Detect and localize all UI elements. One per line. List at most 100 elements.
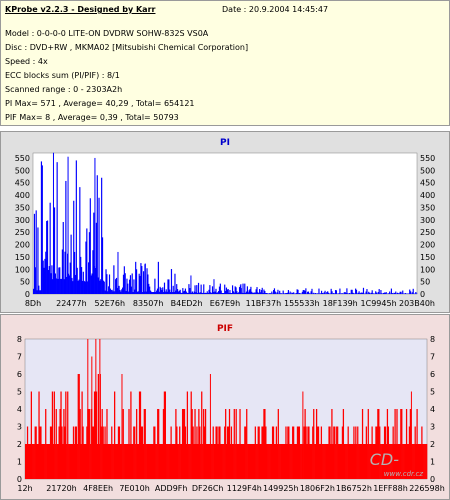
pi-y-tick-label-right: 450 (420, 179, 435, 188)
pi-y-tick-label-left: 100 (15, 265, 30, 274)
pi-bar (170, 269, 173, 294)
pi-spike-bar (67, 156, 69, 294)
pif-spike-bar (95, 339, 97, 479)
pif-x-tick-label: 1806F2h (300, 484, 335, 493)
pi-y-tick-label-right: 400 (420, 191, 435, 200)
pi-bar (96, 175, 98, 294)
scanned-range: Scanned range : 0 - 2303A2h (5, 85, 123, 94)
pi-y-tick-label-right: 200 (420, 241, 435, 250)
pif-y-tick-label-right: 0 (430, 475, 435, 484)
pi-x-tick-label: B4ED2h (171, 299, 203, 308)
pif-y-tick-label-right: 8 (430, 335, 435, 344)
pi-x-axis: 8Dh 22477h 52E76h 83507h B4ED2h E67E9h 11BF37h… (25, 299, 435, 308)
pi-chart-panel: PI 0 50 100 150 200 250 300 350 400 450 500 550 0 50… (0, 131, 450, 313)
pi-chart: PI 0 50 100 150 200 250 300 350 400 450 500 550 0 50… (15, 138, 436, 308)
pif-x-tick-label: 1B6752h (336, 484, 372, 493)
pi-bar (311, 288, 313, 294)
pi-bar (402, 290, 404, 294)
pi-y-tick-label-left: 550 (15, 154, 30, 163)
pi-y-tick-label-left: 250 (15, 228, 30, 237)
watermark-url: www.cdr.cz (384, 470, 424, 478)
pi-bar (197, 282, 200, 294)
pif-x-tick-label: 1129F4h (227, 484, 262, 493)
pi-y-tick-label-right: 150 (420, 253, 435, 262)
pi-y-tick-label-left: 450 (15, 179, 30, 188)
pi-bar (362, 287, 365, 294)
pi-spike-bar (240, 284, 242, 294)
pi-bar (318, 288, 320, 294)
pi-y-tick-label-right: 350 (420, 203, 435, 212)
pif-y-tick-label-left: 3 (17, 423, 22, 432)
pif-x-tick-label: 149925h (263, 484, 299, 493)
pif-y-tick-label-left: 6 (17, 370, 22, 379)
pif-y-tick-label-right: 1 (430, 458, 435, 467)
pif-x-tick-label: 4F8EEh (83, 484, 113, 493)
pif-spike-bar (209, 374, 211, 479)
pi-y-tick-label-left: 0 (25, 290, 30, 299)
pif-spike-bar (121, 374, 123, 479)
pif-y-tick-label-right: 5 (430, 388, 435, 397)
pi-bar (56, 162, 58, 294)
pi-bar (124, 273, 126, 294)
pif-spike-bar (87, 339, 89, 479)
pi-y-tick-label-right: 250 (420, 228, 435, 237)
pi-x-tick-label: 155533h (284, 299, 320, 308)
disc-info: Disc : DVD+RW , MKMA02 [Mitsubishi Chemi… (5, 43, 249, 52)
pi-bar (244, 283, 246, 294)
pif-stats: PIF Max= 8 , Average= 0,39 , Total= 5079… (5, 113, 179, 122)
pi-x-tick-label: 203B40h (399, 299, 435, 308)
pi-spike-bar (94, 157, 96, 294)
pi-bar (277, 289, 279, 294)
pif-y-tick-label-left: 5 (17, 388, 22, 397)
pi-bar (305, 288, 307, 294)
pi-spike-bar (213, 279, 215, 294)
pi-spike-bar (190, 275, 192, 294)
pif-y-tick-label-right: 2 (430, 440, 435, 449)
pi-bar (200, 284, 202, 294)
pi-bar (135, 269, 138, 294)
pi-y-tick-label-right: 50 (420, 278, 430, 287)
app-title: KProbe v2.2.3 - Designed by Karr (5, 5, 156, 14)
info-panel: KProbe v2.2.3 - Designed by Karr Date : … (0, 0, 450, 126)
pi-y-tick-label-left: 150 (15, 253, 30, 262)
pi-x-tick-label: 1C9945h (361, 299, 397, 308)
pi-y-axis-right: 0 50 100 150 200 250 300 350 400 450 500 550 (420, 154, 435, 299)
pi-y-tick-label-right: 500 (420, 166, 435, 175)
pif-y-axis-right: 0 1 2 3 4 5 6 7 8 (430, 335, 435, 484)
pif-y-tick-label-left: 4 (17, 405, 22, 414)
pi-bar (98, 197, 100, 294)
pif-x-tick-label: 226598h (409, 484, 445, 493)
pi-x-tick-label: 22477h (56, 299, 87, 308)
pi-bar (366, 289, 368, 294)
pif-chart-panel: PIF 0 1 2 3 4 5 6 7 8 0 1 2 3 4 5 6 7 8 12h 21720h 4F8EEh 7… (0, 314, 450, 500)
pi-stats: PI Max= 571 , Average= 40,29 , Total= 65… (5, 99, 195, 108)
pi-bar (157, 261, 159, 294)
pif-y-tick-label-right: 4 (430, 405, 435, 414)
pi-y-tick-label-left: 500 (15, 166, 30, 175)
scan-date: Date : 20.9.2004 14:45:47 (222, 5, 329, 14)
pi-y-tick-label-left: 200 (15, 241, 30, 250)
pi-y-tick-label-right: 100 (420, 265, 435, 274)
pi-bar (355, 289, 358, 294)
pi-y-tick-label-left: 50 (20, 278, 30, 287)
pif-spike-bar (99, 339, 101, 479)
pif-x-tick-label: ADD9Fh (155, 484, 188, 493)
pi-x-tick-label: 8Dh (25, 299, 41, 308)
ecc-blocks: ECC blocks sum (PI/PIF) : 8/1 (5, 71, 120, 80)
pi-y-tick-label-left: 300 (15, 216, 30, 225)
pif-y-tick-label-right: 6 (430, 370, 435, 379)
pif-x-tick-label: 21720h (46, 484, 77, 493)
pif-x-axis: 12h 21720h 4F8EEh 7E010h ADD9Fh DF26Ch 1129F4h… (17, 484, 444, 493)
pif-x-tick-label: DF26Ch (192, 484, 224, 493)
pif-chart-title: PIF (217, 324, 233, 334)
pif-x-tick-label: 7E010h (119, 484, 149, 493)
pi-spike-bar (144, 264, 146, 294)
pi-y-tick-label-right: 550 (420, 154, 435, 163)
pi-chart-title: PI (220, 138, 230, 148)
pi-bar (378, 289, 380, 294)
pif-bar (426, 444, 428, 479)
pi-bar (131, 273, 133, 294)
pi-bar (142, 271, 145, 294)
pif-spike-bar (410, 391, 412, 479)
pi-bar (35, 210, 37, 294)
